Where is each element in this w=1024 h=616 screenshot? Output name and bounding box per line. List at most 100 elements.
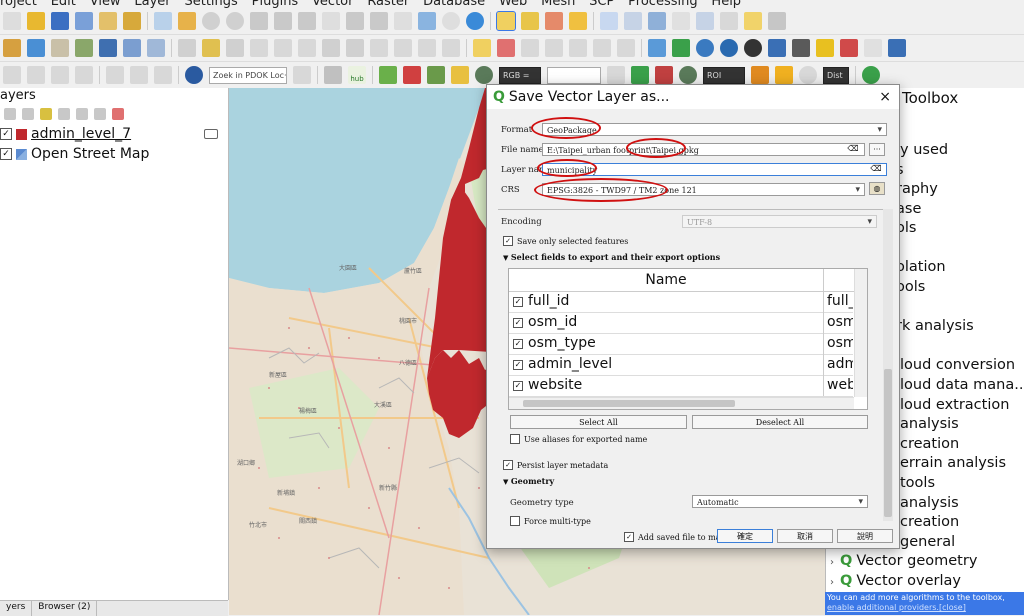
- identify-icon[interactable]: [600, 12, 618, 30]
- table-row[interactable]: ✓ osm_id osm_: [509, 312, 853, 334]
- scp-icon[interactable]: [648, 39, 666, 57]
- toolbox-item[interactable]: creation: [900, 436, 959, 452]
- table-row[interactable]: ✓ osm_type osm_: [509, 333, 853, 355]
- expand-arrow-icon[interactable]: ›: [830, 577, 834, 588]
- geometry-type-select[interactable]: Automatic: [692, 495, 868, 508]
- menu-help[interactable]: Help: [711, 0, 741, 8]
- advanced-digitize-icon[interactable]: [130, 66, 148, 84]
- layer-visibility-checkbox[interactable]: ✓: [0, 148, 12, 160]
- locator-icon[interactable]: [768, 12, 786, 30]
- clear-filename-icon[interactable]: ⌫: [843, 143, 863, 156]
- zoom-last-icon[interactable]: [346, 12, 364, 30]
- zoom-in-icon[interactable]: [202, 12, 220, 30]
- persist-metadata-checkbox[interactable]: ✓ Persist layer metadata: [503, 460, 608, 470]
- field-checkbox[interactable]: ✓: [513, 296, 523, 307]
- menu-processing[interactable]: Processing: [628, 0, 697, 8]
- toolbox-item[interactable]: loud data mana...: [900, 377, 1024, 393]
- new-map-view-icon[interactable]: [394, 12, 412, 30]
- field-checkbox[interactable]: ✓: [513, 317, 523, 328]
- crs-selector-icon[interactable]: ◍: [869, 182, 885, 195]
- deselect-all-button[interactable]: Deselect All: [692, 415, 868, 429]
- add-csv-icon[interactable]: [147, 39, 165, 57]
- roi-redo-icon[interactable]: [799, 66, 817, 84]
- new-geopackage-icon[interactable]: [27, 39, 45, 57]
- more-tools-icon[interactable]: [864, 39, 882, 57]
- select-by-value-icon[interactable]: [521, 12, 539, 30]
- rgb-combo[interactable]: [547, 66, 601, 84]
- style-icon[interactable]: [4, 108, 16, 120]
- pdok-search-input[interactable]: Zoek in PDOK Loc···: [209, 66, 287, 84]
- add-vector-icon[interactable]: [51, 39, 69, 57]
- show-labels-icon[interactable]: [545, 39, 563, 57]
- modify-attributes-icon[interactable]: [298, 39, 316, 57]
- zoom-to-selection-icon[interactable]: [274, 12, 292, 30]
- scp-input-icon[interactable]: [379, 66, 397, 84]
- annotation-icon[interactable]: [744, 12, 762, 30]
- temporal-icon[interactable]: [418, 12, 436, 30]
- toggle-editing-icon[interactable]: [178, 39, 196, 57]
- menu-mesh[interactable]: Mesh: [541, 0, 575, 8]
- menu-scp[interactable]: SCP: [589, 0, 614, 8]
- layer-styling-icon[interactable]: [792, 39, 810, 57]
- toolbox-item[interactable]: ly used: [896, 142, 948, 158]
- new-project-icon[interactable]: [3, 12, 21, 30]
- scp-zoom-icon[interactable]: [475, 66, 493, 84]
- digitize-icon[interactable]: [75, 39, 93, 57]
- toolbox-item[interactable]: errain analysis: [900, 455, 1006, 471]
- copy-features-icon[interactable]: [370, 39, 388, 57]
- toolbox-item[interactable]: analysis: [900, 416, 959, 432]
- tab-layers[interactable]: yers: [0, 601, 33, 616]
- measure-icon[interactable]: [696, 12, 714, 30]
- open-project-icon[interactable]: [27, 12, 45, 30]
- menu-web[interactable]: Web: [499, 0, 527, 8]
- select-radius-icon[interactable]: [75, 66, 93, 84]
- use-aliases-checkbox[interactable]: Use aliases for exported name: [510, 434, 647, 444]
- table-row[interactable]: ✓ admin_level admi: [509, 354, 853, 376]
- refresh-icon[interactable]: [466, 12, 484, 30]
- checkbox-box[interactable]: ✓: [624, 532, 634, 542]
- select-tool-icon[interactable]: [3, 66, 21, 84]
- menu-vector[interactable]: Vector: [312, 0, 353, 8]
- menu-database[interactable]: Database: [423, 0, 485, 8]
- toolbox-item[interactable]: analysis: [900, 495, 959, 511]
- expand-all-icon[interactable]: [76, 108, 88, 120]
- add-mesh-icon[interactable]: [123, 39, 141, 57]
- save-edits-icon[interactable]: [226, 39, 244, 57]
- expand-arrow-icon[interactable]: ›: [830, 557, 834, 568]
- table-vertical-scrollbar[interactable]: [854, 269, 867, 397]
- select-polygon-icon[interactable]: [27, 66, 45, 84]
- save-project-icon[interactable]: [51, 12, 69, 30]
- toolbox-item[interactable]: tools: [900, 475, 935, 491]
- scp-calc-icon[interactable]: [451, 66, 469, 84]
- filter-icon[interactable]: [40, 108, 52, 120]
- field-checkbox[interactable]: ✓: [513, 380, 523, 391]
- ok-button[interactable]: 確定: [717, 529, 773, 543]
- toolbox-group-vector-overlay[interactable]: › Q Vector overlay: [830, 573, 961, 589]
- share-icon[interactable]: [862, 66, 880, 84]
- pdok-icon[interactable]: [185, 66, 203, 84]
- change-label-icon[interactable]: [617, 39, 635, 57]
- zoom-full-icon[interactable]: [250, 12, 268, 30]
- scp-band-icon[interactable]: [427, 66, 445, 84]
- delete-selected-icon[interactable]: [322, 39, 340, 57]
- tab-browser[interactable]: Browser (2): [32, 601, 98, 616]
- select-all-button[interactable]: Select All: [510, 415, 687, 429]
- map-tips-icon[interactable]: [720, 12, 738, 30]
- field-checkbox[interactable]: ✓: [513, 359, 523, 370]
- toolbox-group-vector-geometry[interactable]: › Q Vector geometry: [830, 553, 977, 569]
- scp-a-icon[interactable]: [631, 66, 649, 84]
- python-icon[interactable]: [768, 39, 786, 57]
- enable-providers-link[interactable]: enable additional providers.: [827, 603, 939, 612]
- toolbox-item[interactable]: ools: [896, 279, 925, 295]
- zoom-native-icon[interactable]: [322, 12, 340, 30]
- rgb-prev-icon[interactable]: [607, 66, 625, 84]
- close-notice-link[interactable]: [close]: [939, 603, 966, 612]
- redo-icon[interactable]: [442, 39, 460, 57]
- deselect-icon[interactable]: [545, 12, 563, 30]
- add-group-icon[interactable]: [22, 108, 34, 120]
- toolbox-item[interactable]: general: [900, 534, 955, 550]
- gear-plugin-icon[interactable]: [744, 39, 762, 57]
- triangle-icon[interactable]: [672, 39, 690, 57]
- globe-icon[interactable]: [696, 39, 714, 57]
- browse-button[interactable]: ···: [869, 143, 885, 156]
